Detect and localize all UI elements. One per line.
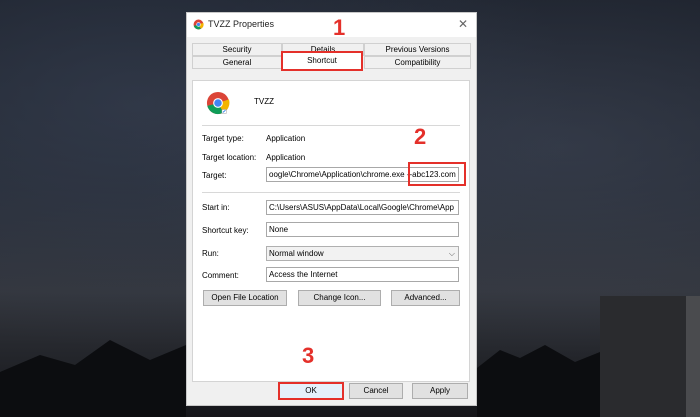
advanced-button[interactable]: Advanced... xyxy=(391,290,460,306)
step-2-marker: 2 xyxy=(414,124,427,149)
run-select[interactable]: Normal window ⌵ xyxy=(266,246,459,261)
comment-input[interactable]: Access the Internet xyxy=(266,267,459,282)
title-bar: TVZZ Properties ✕ xyxy=(187,13,476,37)
chevron-down-icon: ⌵ xyxy=(448,249,455,258)
background-panel xyxy=(600,296,700,417)
apply-button[interactable]: Apply xyxy=(412,383,468,399)
target-location-value: Application xyxy=(266,153,306,162)
shortcut-name: TVZZ xyxy=(254,97,274,106)
cancel-button[interactable]: Cancel xyxy=(349,383,403,399)
target-type-value: Application xyxy=(266,134,306,143)
run-label: Run: xyxy=(202,249,219,258)
target-type-label: Target type: xyxy=(202,134,244,143)
change-icon-button[interactable]: Change Icon... xyxy=(298,290,381,306)
close-icon[interactable]: ✕ xyxy=(458,17,468,31)
properties-dialog: TVZZ Properties ✕ Security Details Previ… xyxy=(186,12,477,406)
window-title: TVZZ Properties xyxy=(208,19,275,29)
ok-button[interactable]: OK xyxy=(278,382,344,400)
shortcut-key-label: Shortcut key: xyxy=(202,226,249,235)
tab-general[interactable]: General xyxy=(192,56,282,69)
shortcut-key-input[interactable]: None xyxy=(266,222,459,237)
divider xyxy=(202,192,460,193)
tab-security[interactable]: Security xyxy=(192,43,282,56)
start-in-input[interactable]: C:\Users\ASUS\AppData\Local\Google\Chrom… xyxy=(266,200,459,215)
run-select-value: Normal window xyxy=(269,249,324,258)
open-file-location-button[interactable]: Open File Location xyxy=(203,290,287,306)
target-argument-highlight xyxy=(408,162,466,186)
chrome-icon xyxy=(193,19,204,30)
step-1-marker: 1 xyxy=(333,15,346,40)
tab-compatibility[interactable]: Compatibility xyxy=(364,56,471,69)
target-label: Target: xyxy=(202,171,227,180)
chrome-icon xyxy=(206,91,230,115)
step-3-marker: 3 xyxy=(302,343,315,368)
tab-shortcut[interactable]: Shortcut xyxy=(281,51,363,71)
background-panel-edge xyxy=(686,296,700,417)
tab-previous-versions[interactable]: Previous Versions xyxy=(364,43,471,56)
comment-label: Comment: xyxy=(202,271,239,280)
shortcut-panel: TVZZ Target type: Application Target loc… xyxy=(192,80,470,382)
target-location-label: Target location: xyxy=(202,153,257,162)
start-in-label: Start in: xyxy=(202,203,230,212)
